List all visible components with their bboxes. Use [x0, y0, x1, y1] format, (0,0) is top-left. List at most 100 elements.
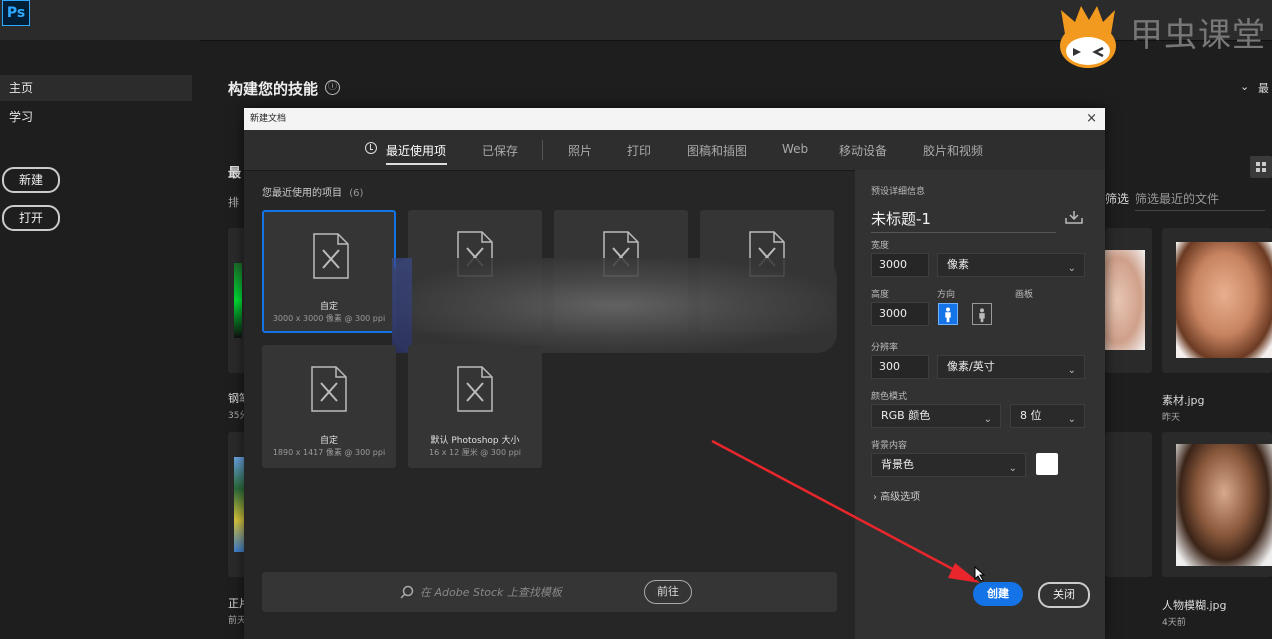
- file-thumbnail[interactable]: [228, 228, 245, 373]
- file-name[interactable]: 人物模糊.jpg: [1162, 597, 1227, 613]
- mascot-logo-icon: [1060, 6, 1116, 68]
- file-name[interactable]: 素材.jpg: [1162, 392, 1205, 408]
- preset-tabs: 最近使用项 已保存 照片 打印 图稿和插图 Web 移动设备 胶片和视频: [244, 130, 1105, 171]
- artboard-label: 画板: [1015, 290, 1034, 300]
- tab-mobile[interactable]: 移动设备: [839, 142, 887, 159]
- color-mode-value: RGB 颜色: [881, 409, 931, 422]
- document-name-input[interactable]: 未标题-1: [871, 206, 1056, 233]
- preset-name: 自定: [319, 302, 338, 312]
- file-time: 4天前: [1162, 618, 1186, 628]
- width-label: 宽度: [871, 241, 890, 251]
- stock-search-bar: 在 Adobe Stock 上查找模板 前往: [262, 572, 837, 612]
- new-button[interactable]: 新建: [2, 167, 60, 193]
- file-thumbnail[interactable]: [1162, 432, 1272, 577]
- tab-separator: [542, 140, 543, 160]
- preset-card[interactable]: 默认 Photoshop 大小 16 x 12 厘米 @ 300 ppi: [408, 345, 542, 468]
- details-heading: 预设详细信息: [871, 187, 926, 197]
- dialog-title: 新建文档: [244, 108, 1105, 130]
- chevron-down-icon: ⌄: [1008, 463, 1017, 474]
- chevron-down-icon: ⌄: [1067, 414, 1076, 425]
- advanced-options-label: 高级选项: [880, 492, 921, 503]
- preset-size: 1890 x 1417 像素 @ 300 ppi: [272, 448, 386, 457]
- open-button[interactable]: 打开: [2, 205, 60, 231]
- preset-name: 默认 Photoshop 大小: [430, 436, 520, 446]
- preset-card-selected[interactable]: 自定 3000 x 3000 像素 @ 300 ppi: [262, 210, 396, 333]
- document-icon: [457, 366, 493, 412]
- recent-heading: 最: [228, 166, 242, 181]
- mouse-cursor-icon: [974, 566, 986, 582]
- stock-search-input[interactable]: 在 Adobe Stock 上查找模板: [420, 584, 562, 600]
- chevron-down-icon: ⌄: [1067, 365, 1076, 376]
- orientation-label: 方向: [937, 290, 956, 300]
- new-document-dialog: 新建文档 × 最近使用项 已保存 照片 打印 图稿和插图 Web 移动设备 胶片…: [244, 108, 1105, 639]
- sidebar-item-home[interactable]: 主页: [0, 75, 192, 101]
- color-mode-select[interactable]: RGB 颜色 ⌄: [871, 404, 1001, 428]
- bit-depth-select[interactable]: 8 位 ⌄: [1010, 404, 1085, 428]
- file-thumbnail[interactable]: [1105, 228, 1152, 373]
- home-sidebar: 主页 学习 新建 打开: [0, 40, 200, 639]
- background-select[interactable]: 背景色 ⌄: [871, 453, 1026, 477]
- portrait-orientation-icon[interactable]: [938, 303, 958, 325]
- page-title: 构建您的技能: [228, 80, 319, 98]
- watermark-text: 甲虫课堂: [1130, 15, 1266, 54]
- tab-recent[interactable]: 最近使用项: [386, 142, 446, 159]
- tab-photo[interactable]: 照片: [568, 142, 592, 159]
- info-icon[interactable]: ⓘ: [325, 80, 340, 95]
- width-input[interactable]: 3000: [871, 253, 929, 277]
- filter-label: 筛选: [1105, 192, 1130, 206]
- create-button[interactable]: 创建: [973, 582, 1023, 606]
- color-mode-label: 颜色模式: [871, 392, 908, 402]
- sort-label[interactable]: 排: [228, 194, 239, 210]
- blurred-region: [392, 258, 412, 353]
- resolution-label: 分辨率: [871, 343, 899, 353]
- document-icon: [313, 233, 349, 279]
- tab-print[interactable]: 打印: [627, 142, 651, 159]
- clock-icon: [365, 142, 377, 154]
- background-color-swatch[interactable]: [1036, 453, 1058, 475]
- search-icon: [400, 585, 414, 599]
- watermark: 甲虫课堂: [1055, 0, 1272, 74]
- tab-film-video[interactable]: 胶片和视频: [923, 142, 983, 159]
- preset-card[interactable]: 自定 1890 x 1417 像素 @ 300 ppi: [262, 345, 396, 468]
- recent-items-label: 您最近使用的项目 (6): [262, 184, 363, 199]
- width-unit-value: 像素: [947, 258, 969, 271]
- resolution-input[interactable]: 300: [871, 355, 929, 379]
- file-time: 昨天: [1162, 413, 1181, 423]
- width-unit-select[interactable]: 像素 ⌄: [937, 253, 1085, 277]
- preset-name: 自定: [319, 436, 338, 446]
- background-value: 背景色: [881, 458, 914, 471]
- photoshop-logo: Ps: [2, 0, 30, 26]
- resolution-unit-select[interactable]: 像素/英寸 ⌄: [937, 355, 1085, 379]
- chevron-down-icon[interactable]: ⌄: [1240, 80, 1249, 93]
- recent-items-count: (6): [349, 188, 364, 199]
- file-thumbnail[interactable]: [1162, 228, 1272, 373]
- tab-web[interactable]: Web: [782, 142, 808, 156]
- recent-items-text: 您最近使用的项目: [262, 188, 342, 199]
- chevron-right-icon: ›: [873, 492, 877, 503]
- bit-depth-value: 8 位: [1020, 409, 1042, 422]
- advanced-options-toggle[interactable]: › 高级选项: [873, 488, 920, 503]
- save-preset-icon[interactable]: [1065, 210, 1083, 224]
- tab-saved[interactable]: 已保存: [482, 142, 518, 159]
- close-button[interactable]: 关闭: [1038, 582, 1090, 608]
- document-icon: [311, 366, 347, 412]
- preset-size: 3000 x 3000 像素 @ 300 ppi: [272, 314, 386, 323]
- blurred-region: [392, 258, 837, 353]
- sidebar-item-learn[interactable]: 学习: [0, 104, 192, 130]
- active-tab-indicator: [386, 163, 447, 165]
- filter-input[interactable]: 筛选最近的文件: [1135, 190, 1265, 211]
- resolution-unit-value: 像素/英寸: [947, 360, 995, 373]
- grid-view-icon[interactable]: [1250, 156, 1272, 178]
- top-right-label[interactable]: 最: [1258, 80, 1269, 96]
- file-thumbnail[interactable]: [1105, 432, 1152, 577]
- chevron-down-icon: ⌄: [983, 414, 992, 425]
- close-icon[interactable]: ×: [1086, 108, 1097, 130]
- tab-art-illustration[interactable]: 图稿和插图: [687, 142, 747, 159]
- file-thumbnail[interactable]: [228, 432, 245, 577]
- preset-size: 16 x 12 厘米 @ 300 ppi: [429, 448, 521, 457]
- landscape-orientation-icon[interactable]: [972, 303, 992, 325]
- height-input[interactable]: 3000: [871, 302, 929, 326]
- background-label: 背景内容: [871, 441, 908, 451]
- go-button[interactable]: 前往: [644, 580, 692, 604]
- chevron-down-icon: ⌄: [1067, 263, 1076, 274]
